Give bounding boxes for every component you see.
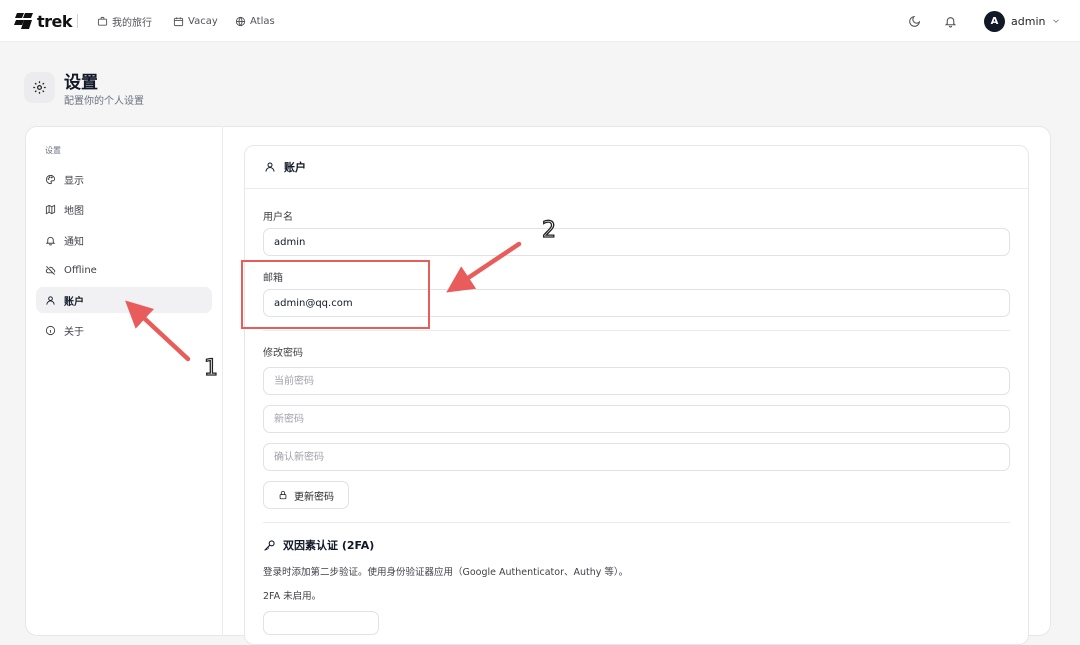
page-title: 设置 bbox=[64, 73, 98, 93]
card-divider bbox=[245, 188, 1028, 189]
bell-icon bbox=[944, 16, 956, 27]
enable-2fa-button[interactable] bbox=[263, 611, 379, 635]
update-password-button[interactable]: 更新密码 bbox=[263, 481, 349, 509]
new-password-field[interactable] bbox=[263, 405, 1010, 433]
sidebar-item-label: 地图 bbox=[64, 205, 84, 217]
two-factor-status: 2FA 未启用。 bbox=[263, 591, 322, 602]
user-menu[interactable]: A admin bbox=[984, 10, 1061, 32]
nav-my-trips[interactable]: 我的旅行 bbox=[97, 13, 152, 29]
sidebar-item-map[interactable]: 地图 bbox=[36, 196, 212, 222]
nav-my-trips-label: 我的旅行 bbox=[112, 17, 152, 29]
theme-toggle-button[interactable] bbox=[905, 12, 923, 30]
gear-icon bbox=[33, 81, 46, 94]
lock-icon bbox=[279, 490, 287, 500]
sidebar-item-account[interactable]: 账户 bbox=[36, 287, 212, 313]
section-divider bbox=[263, 522, 1010, 523]
cloud-off-icon bbox=[45, 265, 56, 275]
sidebar-item-notifications[interactable]: 通知 bbox=[36, 227, 212, 253]
page-subtitle: 配置你的个人设置 bbox=[64, 96, 144, 107]
notifications-button[interactable] bbox=[941, 12, 959, 30]
username-label: 用户名 bbox=[263, 212, 293, 223]
sidebar-item-label: 通知 bbox=[64, 236, 84, 248]
sidebar-item-offline[interactable]: Offline bbox=[36, 257, 212, 283]
two-factor-description: 登录时添加第二步验证。使用身份验证器应用（Google Authenticato… bbox=[263, 567, 629, 578]
user-icon bbox=[265, 162, 275, 172]
bell-icon bbox=[45, 236, 56, 246]
current-password-field[interactable] bbox=[263, 367, 1010, 395]
username-field[interactable] bbox=[263, 228, 1010, 256]
user-name: admin bbox=[1011, 14, 1046, 28]
sidebar-item-about[interactable]: 关于 bbox=[36, 317, 212, 343]
moon-icon bbox=[908, 15, 920, 27]
top-navbar: trek 我的旅行 Vacay Atlas A admin bbox=[0, 0, 1080, 42]
annotation-label-2: 2 bbox=[541, 217, 556, 243]
sidebar-item-display[interactable]: 显示 bbox=[36, 166, 212, 192]
avatar: A bbox=[984, 10, 1005, 32]
key-icon bbox=[264, 539, 275, 551]
sidebar-item-label: 账户 bbox=[64, 296, 84, 308]
chevron-down-icon bbox=[1053, 19, 1060, 23]
section-divider bbox=[263, 330, 1010, 331]
map-icon bbox=[45, 204, 56, 214]
globe-icon bbox=[235, 16, 246, 26]
two-factor-header: 双因素认证 (2FA) bbox=[263, 537, 374, 553]
account-card-title: 账户 bbox=[284, 161, 306, 174]
nav-vacay-label: Vacay bbox=[188, 15, 218, 27]
sidebar-item-label: 关于 bbox=[64, 326, 84, 338]
briefcase-icon bbox=[97, 16, 108, 26]
nav-atlas-label: Atlas bbox=[250, 15, 275, 27]
sidebar-item-label: 显示 bbox=[64, 175, 84, 187]
email-highlight-box bbox=[241, 260, 430, 329]
brand-logo[interactable]: trek bbox=[14, 11, 73, 31]
brand-divider bbox=[77, 14, 78, 28]
page-icon bbox=[24, 72, 55, 103]
two-factor-title: 双因素认证 (2FA) bbox=[283, 539, 375, 552]
brand-name: trek bbox=[37, 11, 73, 31]
sidebar-heading: 设置 bbox=[45, 146, 61, 155]
trek-logo-icon bbox=[14, 13, 33, 29]
annotation-label-1: 1 bbox=[203, 355, 218, 381]
nav-atlas[interactable]: Atlas bbox=[235, 13, 275, 29]
palette-icon bbox=[45, 174, 56, 184]
info-icon bbox=[45, 325, 56, 335]
account-card-header: 账户 bbox=[264, 159, 306, 175]
update-password-label: 更新密码 bbox=[294, 491, 334, 503]
user-icon bbox=[46, 295, 55, 305]
change-password-label: 修改密码 bbox=[263, 348, 303, 359]
calendar-icon bbox=[173, 16, 184, 26]
sidebar-item-label: Offline bbox=[64, 264, 97, 276]
nav-vacay[interactable]: Vacay bbox=[173, 13, 218, 29]
confirm-password-field[interactable] bbox=[263, 443, 1010, 471]
